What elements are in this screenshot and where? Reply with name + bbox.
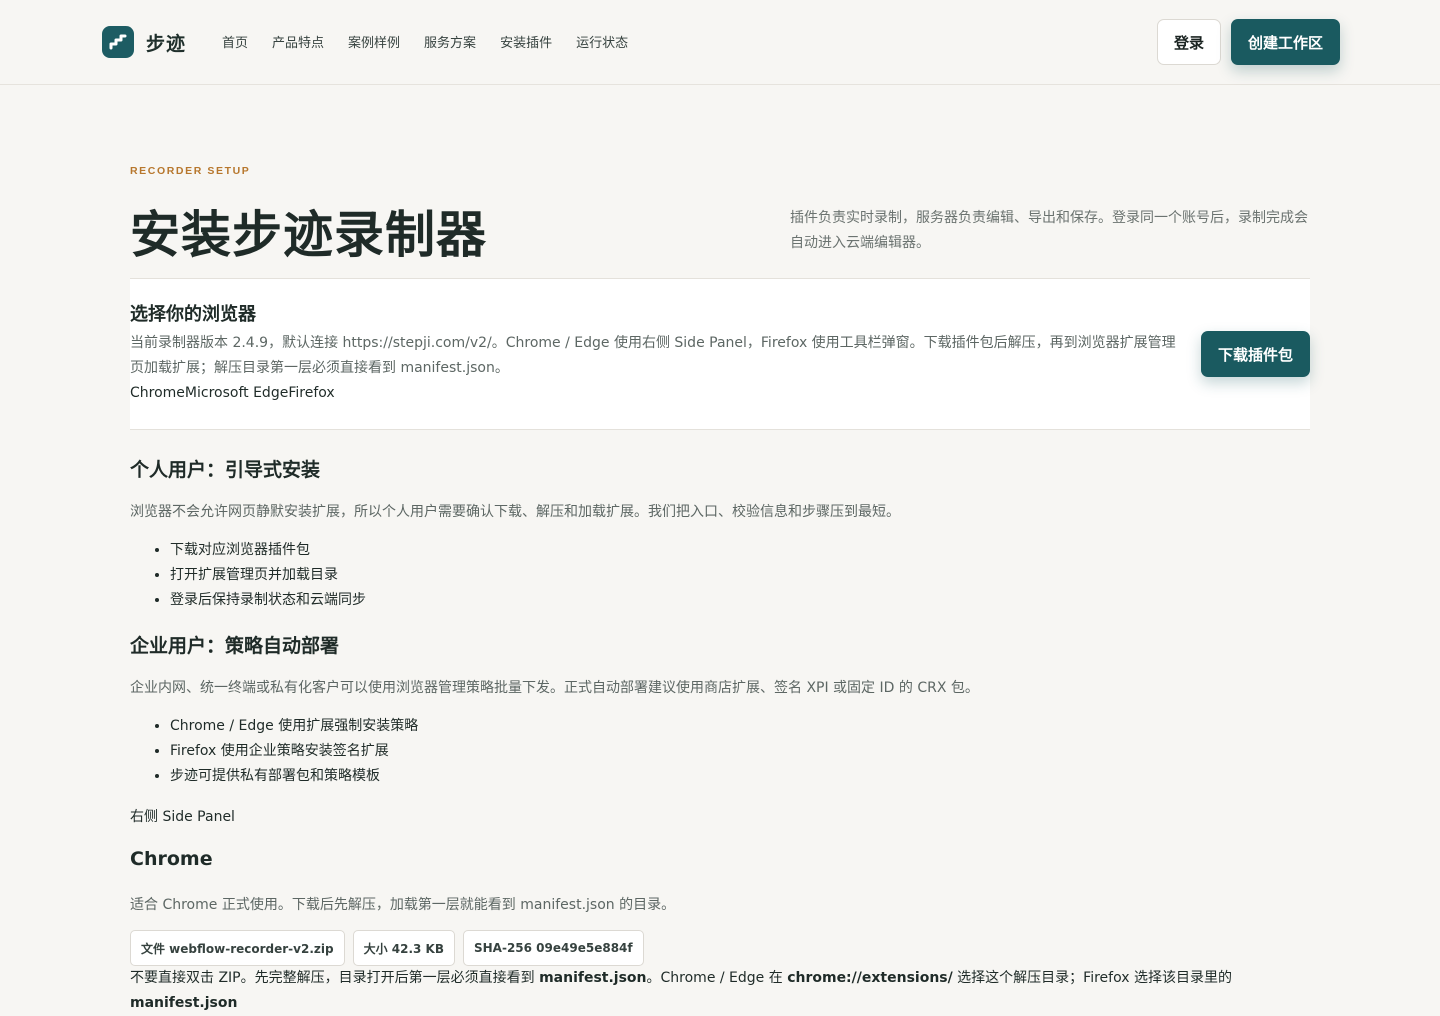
list-item: 登录后保持录制状态和云端同步 bbox=[170, 588, 366, 613]
nav-item-cases[interactable]: 案例样例 bbox=[348, 32, 400, 51]
personal-section-title: 个人用户：引导式安装 bbox=[130, 459, 321, 481]
panel-title: 选择你的浏览器 bbox=[130, 304, 256, 325]
brand-name: 步迹 bbox=[146, 33, 187, 55]
main-nav: 首页 产品特点 案例样例 服务方案 安装插件 运行状态 bbox=[222, 32, 628, 51]
enterprise-section-title: 企业用户：策略自动部署 bbox=[130, 635, 340, 657]
brand[interactable]: 步迹 bbox=[102, 26, 186, 58]
list-item: Chrome / Edge 使用扩展强制安装策略 bbox=[170, 714, 418, 739]
login-button[interactable]: 登录 bbox=[1157, 19, 1221, 65]
list-item: 步迹可提供私有部署包和策略模板 bbox=[170, 764, 418, 789]
note-manifest-highlight: manifest.json bbox=[130, 995, 238, 1011]
enterprise-steps-list: Chrome / Edge 使用扩展强制安装策略 Firefox 使用企业策略安… bbox=[170, 714, 418, 789]
eyebrow-label: RECORDER SETUP bbox=[130, 165, 251, 177]
note-text: 。Chrome / Edge 在 bbox=[646, 970, 788, 986]
hero-description: 插件负责实时录制，服务器负责编辑、导出和保存。登录同一个账号后，录制完成会自动进… bbox=[790, 210, 1308, 251]
download-plugin-button[interactable]: 下载插件包 bbox=[1201, 331, 1310, 377]
stairs-logo-icon bbox=[102, 26, 134, 58]
file-name-chip: 文件 webflow-recorder-v2.zip bbox=[130, 930, 345, 966]
note-manifest-highlight: manifest.json bbox=[539, 970, 647, 986]
enterprise-description: 企业内网、统一终端或私有化客户可以使用浏览器管理策略批量下发。正式自动部署建议使… bbox=[130, 680, 979, 696]
chrome-description: 适合 Chrome 正式使用。下载后先解压，加载第一层就能看到 manifest… bbox=[130, 897, 676, 913]
personal-steps-list: 下载对应浏览器插件包 打开扩展管理页并加载目录 登录后保持录制状态和云端同步 bbox=[170, 538, 366, 613]
tab-edge[interactable]: Microsoft Edge bbox=[185, 385, 288, 401]
note-text: 不要直接双击 ZIP。先完整解压，目录打开后第一层必须直接看到 bbox=[130, 970, 540, 986]
create-workspace-button[interactable]: 创建工作区 bbox=[1231, 19, 1340, 65]
nav-item-status[interactable]: 运行状态 bbox=[576, 32, 628, 51]
chrome-section-title: Chrome bbox=[130, 848, 213, 870]
install-note: 不要直接双击 ZIP。先完整解压，目录打开后第一层必须直接看到 manifest… bbox=[130, 966, 1270, 1016]
tab-firefox[interactable]: Firefox bbox=[288, 385, 334, 401]
list-item: 打开扩展管理页并加载目录 bbox=[170, 563, 366, 588]
file-info-chips: 文件 webflow-recorder-v2.zip 大小 42.3 KB SH… bbox=[130, 930, 644, 966]
personal-description: 浏览器不会允许网页静默安装扩展，所以个人用户需要确认下载、解压和加载扩展。我们把… bbox=[130, 504, 900, 520]
side-panel-label: 右侧 Side Panel bbox=[130, 809, 235, 825]
nav-item-home[interactable]: 首页 bbox=[222, 32, 248, 51]
page-title: 安装步迹录制器 bbox=[130, 206, 487, 264]
top-navigation-bar: 步迹 首页 产品特点 案例样例 服务方案 安装插件 运行状态 登录 创建工作区 bbox=[0, 0, 1440, 85]
nav-item-features[interactable]: 产品特点 bbox=[272, 32, 324, 51]
nav-item-plans[interactable]: 服务方案 bbox=[424, 32, 476, 51]
browser-tabs: Chrome Microsoft Edge Firefox bbox=[130, 385, 335, 401]
nav-item-install[interactable]: 安装插件 bbox=[500, 32, 552, 51]
panel-description: 当前录制器版本 2.4.9，默认连接 https://stepji.com/v2… bbox=[130, 335, 1176, 376]
note-text: 选择这个解压目录；Firefox 选择该目录里的 bbox=[952, 970, 1232, 986]
file-size-chip: 大小 42.3 KB bbox=[352, 930, 455, 966]
note-extensions-url: chrome://extensions/ bbox=[787, 970, 953, 986]
file-hash-chip: SHA-256 09e49e5e884f bbox=[463, 930, 644, 966]
list-item: 下载对应浏览器插件包 bbox=[170, 538, 366, 563]
tab-chrome[interactable]: Chrome bbox=[130, 385, 185, 401]
list-item: Firefox 使用企业策略安装签名扩展 bbox=[170, 739, 418, 764]
browser-select-panel: 选择你的浏览器 当前录制器版本 2.4.9，默认连接 https://stepj… bbox=[130, 278, 1310, 430]
